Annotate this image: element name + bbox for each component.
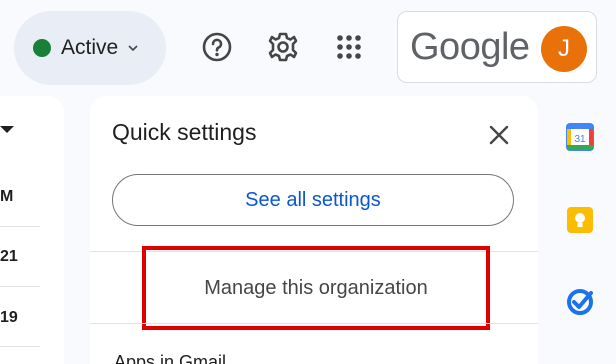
divider <box>90 323 538 324</box>
tasks-icon[interactable] <box>564 286 596 318</box>
section-heading-apps: Apps in Gmail <box>114 352 227 364</box>
calendar-icon[interactable]: 31 <box>564 121 596 153</box>
list-divider <box>0 286 40 287</box>
quick-settings-title: Quick settings <box>112 119 257 145</box>
apps-grid-icon[interactable] <box>327 25 371 69</box>
list-item-date: 21 <box>0 248 18 265</box>
list-item-date: 19 <box>0 309 18 326</box>
calendar-date: 31 <box>574 134 586 145</box>
keep-icon[interactable] <box>564 204 596 236</box>
mail-list-panel: M 21 19 <box>0 96 64 364</box>
status-dot <box>33 39 51 57</box>
list-divider <box>0 226 40 227</box>
gear-icon[interactable] <box>261 25 305 69</box>
status-dropdown[interactable]: Active <box>14 11 166 85</box>
help-icon[interactable] <box>195 25 239 69</box>
quick-settings-panel: Quick settings See all settings Manage t… <box>90 96 538 364</box>
see-all-settings-button[interactable]: See all settings <box>112 174 514 226</box>
manage-organization-button[interactable]: Manage this organization <box>142 246 490 330</box>
close-icon[interactable] <box>484 120 514 150</box>
list-item-date: M <box>0 188 14 205</box>
chevron-down-icon <box>126 41 140 55</box>
status-label: Active <box>61 36 119 59</box>
account-switcher[interactable]: Google J <box>397 11 597 83</box>
google-logo: Google <box>410 26 530 68</box>
caret-down-icon[interactable] <box>0 126 14 133</box>
avatar[interactable]: J <box>541 26 587 72</box>
list-divider <box>0 346 40 347</box>
